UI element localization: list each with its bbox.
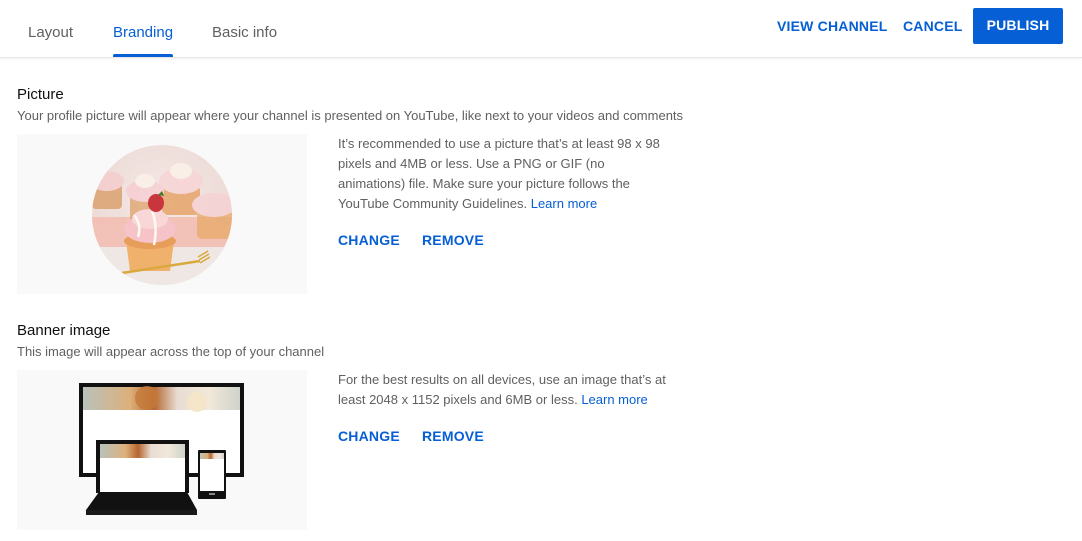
banner-info: For the best results on all devices, use… <box>338 370 668 410</box>
picture-section-description: Your profile picture will appear where y… <box>17 108 684 123</box>
tab-branding[interactable]: Branding <box>113 0 174 57</box>
banner-preview <box>17 370 307 530</box>
banner-change-button[interactable]: CHANGE <box>338 428 400 444</box>
picture-remove-button[interactable]: REMOVE <box>422 232 484 248</box>
banner-remove-button[interactable]: REMOVE <box>422 428 484 444</box>
publish-button[interactable]: PUBLISH <box>973 8 1063 44</box>
devices-banner-preview-icon <box>79 383 244 515</box>
picture-learn-more-link[interactable]: Learn more <box>531 196 597 211</box>
picture-change-button[interactable]: CHANGE <box>338 232 400 248</box>
cupcakes-profile-image-icon <box>92 145 232 285</box>
banner-section-title: Banner image <box>17 322 111 339</box>
tab-layout[interactable]: Layout <box>28 0 73 57</box>
view-channel-button[interactable]: VIEW CHANNEL <box>777 18 888 34</box>
tab-basic-info[interactable]: Basic info <box>212 0 277 57</box>
top-bar: Layout Branding Basic info VIEW CHANNEL … <box>0 0 1082 58</box>
picture-section-title: Picture <box>17 86 64 103</box>
banner-section-description: This image will appear across the top of… <box>17 344 325 359</box>
cancel-button[interactable]: CANCEL <box>903 18 963 34</box>
picture-info-text: It’s recommended to use a picture that’s… <box>338 136 660 211</box>
profile-picture-preview <box>17 134 307 294</box>
banner-learn-more-link[interactable]: Learn more <box>581 392 647 407</box>
picture-info: It’s recommended to use a picture that’s… <box>338 134 668 214</box>
